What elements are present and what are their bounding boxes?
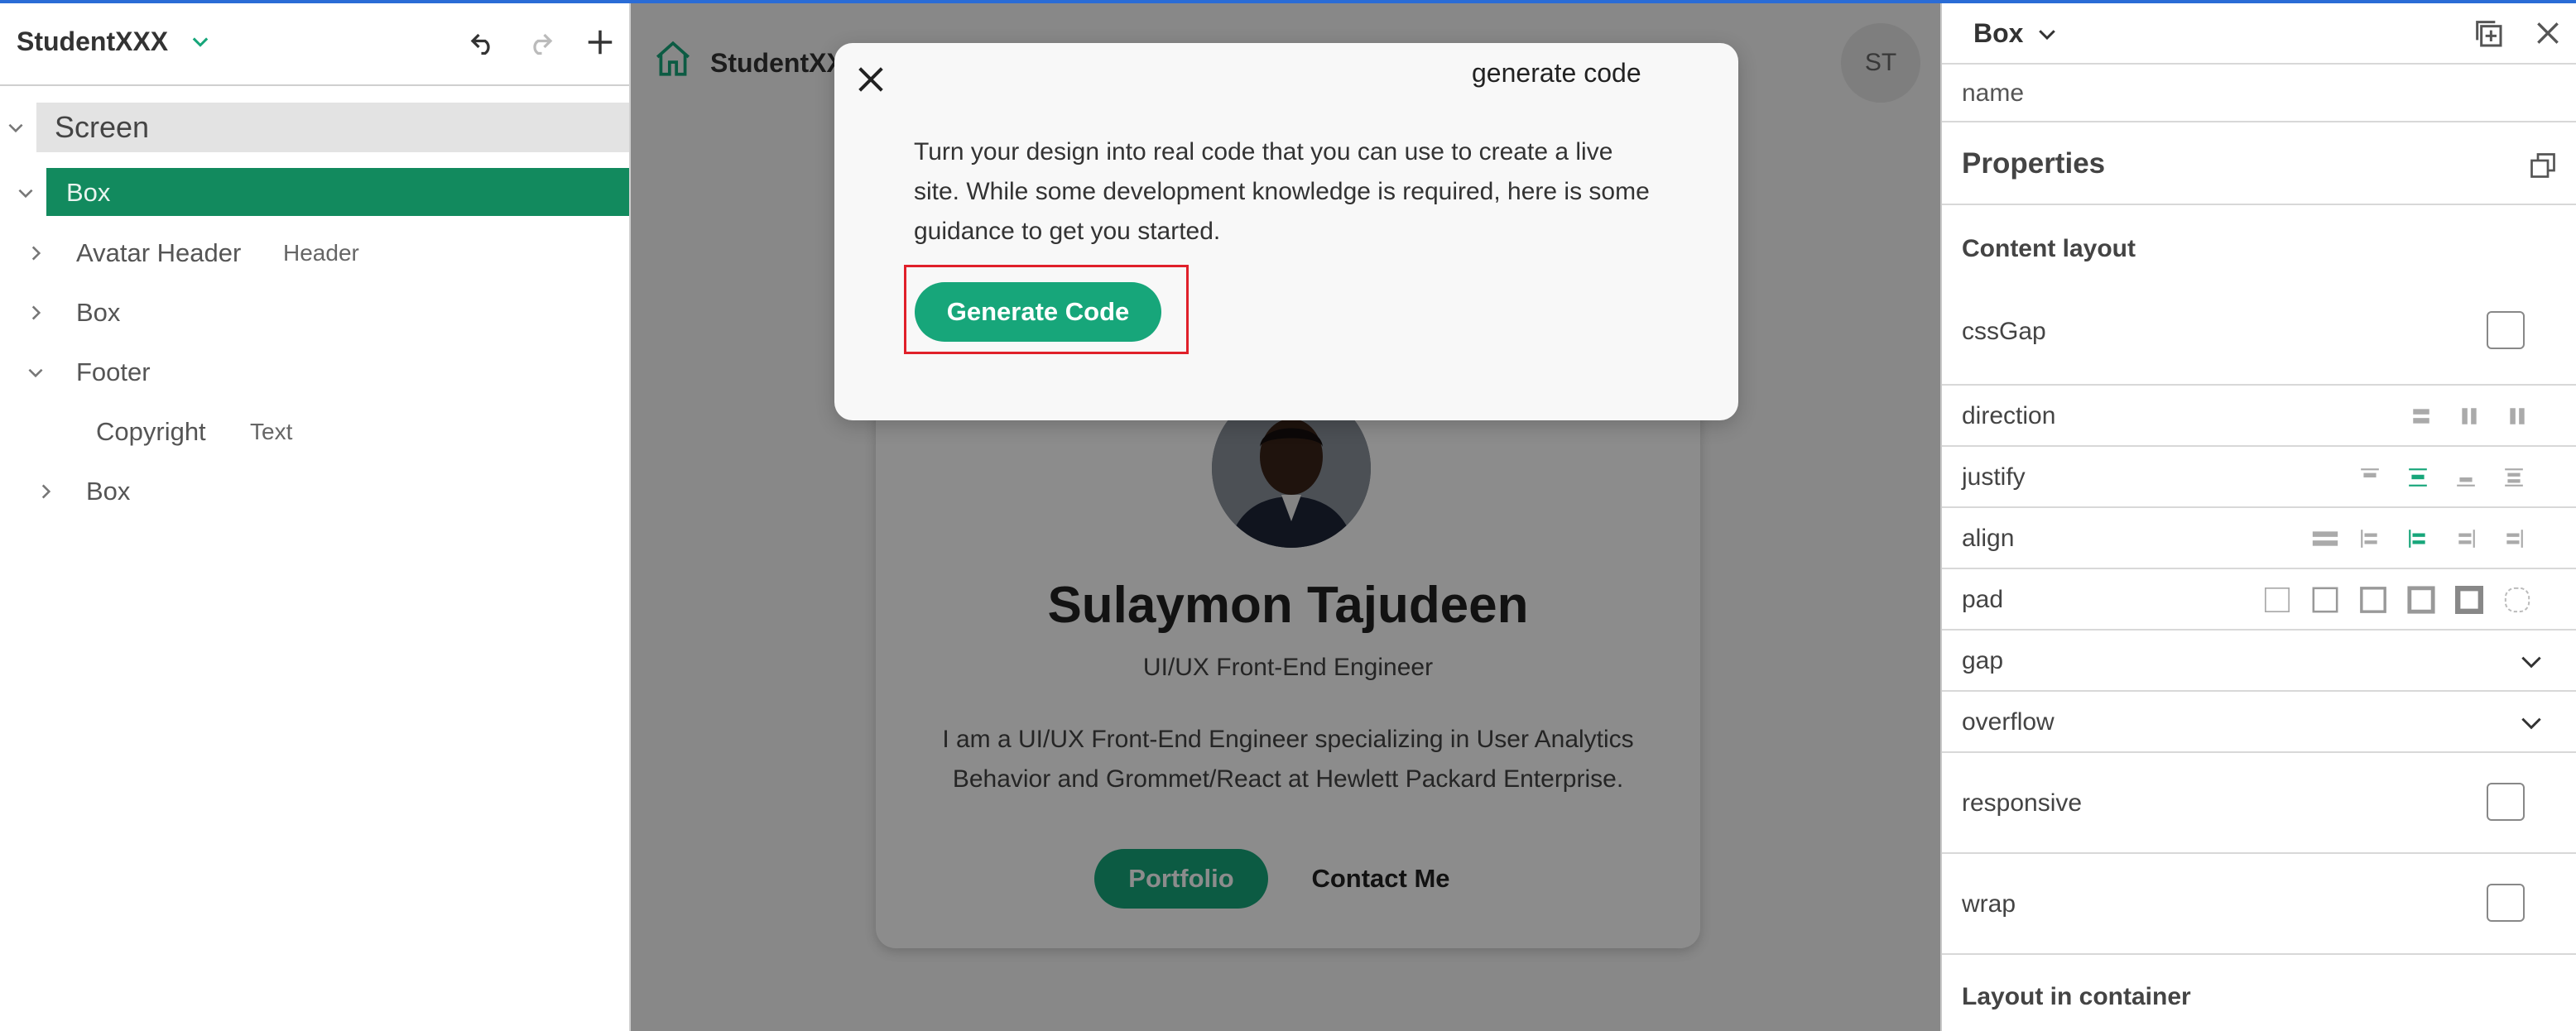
add-component-button[interactable] [583, 25, 618, 60]
redo-button[interactable] [523, 25, 558, 60]
direction-label: direction [1962, 402, 2056, 429]
chevron-down-icon[interactable] [2518, 649, 2545, 675]
generate-code-button[interactable]: Generate Code [915, 282, 1161, 342]
pad-none-icon[interactable] [2263, 586, 2291, 614]
tree-item-label: Box [66, 178, 111, 207]
tree-item-label: Box [76, 298, 121, 327]
tree-item-type: Text [250, 419, 293, 444]
app-title[interactable]: StudentXXX [17, 26, 168, 57]
justify-center-icon[interactable] [2407, 467, 2429, 488]
align-end-icon[interactable] [2455, 528, 2477, 549]
plus-icon [588, 30, 613, 55]
close-button[interactable] [848, 56, 894, 103]
align-start-icon[interactable] [2359, 528, 2381, 549]
generate-code-modal: generate code Turn your design into real… [834, 43, 1738, 420]
wrap-label: wrap [1962, 890, 2016, 918]
tree-item-box-selected[interactable]: Box [0, 168, 629, 218]
modal-title: generate code [1472, 58, 1641, 88]
responsive-checkbox[interactable] [2487, 783, 2525, 821]
layout-in-container-title: Layout in container [1962, 983, 2191, 1010]
copy-properties-icon[interactable] [2528, 151, 2558, 180]
gap-label: gap [1962, 647, 2004, 674]
tree-item-label: Screen [55, 110, 150, 144]
close-icon [858, 67, 883, 92]
duplicate-icon[interactable] [2472, 17, 2505, 50]
undo-button[interactable] [465, 25, 500, 60]
justify-start-icon[interactable] [2359, 467, 2381, 488]
name-input[interactable]: name [1962, 79, 2024, 108]
direction-row-icon[interactable] [2458, 405, 2480, 427]
pad-small-icon[interactable] [2359, 586, 2387, 614]
pad-row: pad [1942, 569, 2576, 631]
tree-item-type: Header [283, 240, 359, 266]
layers-toolbar: StudentXXX [0, 0, 629, 86]
justify-between-icon[interactable] [2503, 467, 2525, 488]
layers-panel: StudentXXX Screen Box Avatar Header Head… [0, 0, 631, 1031]
generate-code-highlight: Generate Code [904, 265, 1189, 354]
close-panel-icon[interactable] [2531, 17, 2564, 50]
properties-title: Properties [1962, 147, 2106, 180]
responsive-row: responsive [1942, 753, 2576, 854]
chevron-down-icon[interactable] [189, 30, 212, 53]
tree-item-box[interactable]: Box [0, 467, 629, 516]
tree-item-footer[interactable]: Footer [0, 348, 629, 397]
tree-item-avatar-header[interactable]: Avatar Header Header [0, 228, 629, 278]
direction-row-responsive-icon[interactable] [2506, 405, 2528, 427]
responsive-label: responsive [1962, 789, 2083, 817]
chevron-right-icon[interactable] [25, 302, 46, 324]
chevron-down-icon[interactable] [2035, 22, 2059, 46]
tree-item-screen[interactable]: Screen [0, 103, 629, 152]
properties-panel: Box name Properties Content layout cssGa… [1940, 0, 2576, 1031]
tree-item-label: Footer [76, 357, 151, 386]
pad-label: pad [1962, 586, 2004, 613]
cssgap-checkbox[interactable] [2487, 311, 2525, 349]
tree-item-label: Box [86, 477, 131, 506]
chevron-right-icon[interactable] [25, 242, 46, 264]
justify-row: justify [1942, 447, 2576, 508]
tree-item-box[interactable]: Box [0, 288, 629, 338]
align-center-icon[interactable] [2407, 528, 2429, 549]
content-layout-title: Content layout [1962, 235, 2136, 262]
pad-large-icon[interactable] [2455, 586, 2483, 614]
properties-header: Box [1942, 0, 2576, 65]
redo-icon [533, 33, 553, 55]
pad-custom-icon[interactable] [2503, 586, 2531, 614]
layout-in-container-section: Layout in container [1942, 955, 2576, 1031]
selection-highlight [46, 168, 629, 216]
align-label: align [1962, 525, 2015, 552]
name-field-row: name [1942, 65, 2576, 122]
tree-item-label: Avatar Header [76, 238, 242, 267]
align-baseline-icon[interactable] [2503, 528, 2525, 549]
align-stretch-icon[interactable] [2311, 528, 2339, 549]
direction-column-icon[interactable] [2410, 405, 2432, 427]
gap-row[interactable]: gap [1942, 631, 2576, 692]
chevron-down-icon[interactable] [5, 117, 26, 138]
pad-medium-icon[interactable] [2407, 586, 2435, 614]
wrap-row: wrap [1942, 854, 2576, 955]
wrap-checkbox[interactable] [2487, 884, 2525, 922]
undo-icon [470, 33, 490, 55]
tree-item-label: Copyright [96, 417, 206, 446]
chevron-down-icon[interactable] [25, 362, 46, 383]
justify-end-icon[interactable] [2455, 467, 2477, 488]
chevron-down-icon[interactable] [2518, 710, 2545, 736]
chevron-down-icon[interactable] [15, 182, 36, 204]
justify-label: justify [1962, 463, 2026, 491]
overflow-row[interactable]: overflow [1942, 692, 2576, 753]
window-top-accent [0, 0, 2576, 3]
tree-item-copyright[interactable]: Copyright Text [0, 407, 629, 457]
component-type[interactable]: Box [1973, 18, 2023, 49]
overflow-label: overflow [1962, 708, 2055, 736]
properties-section: Properties [1942, 122, 2576, 205]
chevron-right-icon[interactable] [35, 481, 56, 502]
content-layout-section: Content layout cssGap [1942, 205, 2576, 386]
cssgap-label: cssGap [1962, 318, 2046, 345]
modal-description: Turn your design into real code that you… [914, 138, 1650, 245]
pad-xsmall-icon[interactable] [2311, 586, 2339, 614]
align-row: align [1942, 508, 2576, 569]
direction-row: direction [1942, 386, 2576, 447]
